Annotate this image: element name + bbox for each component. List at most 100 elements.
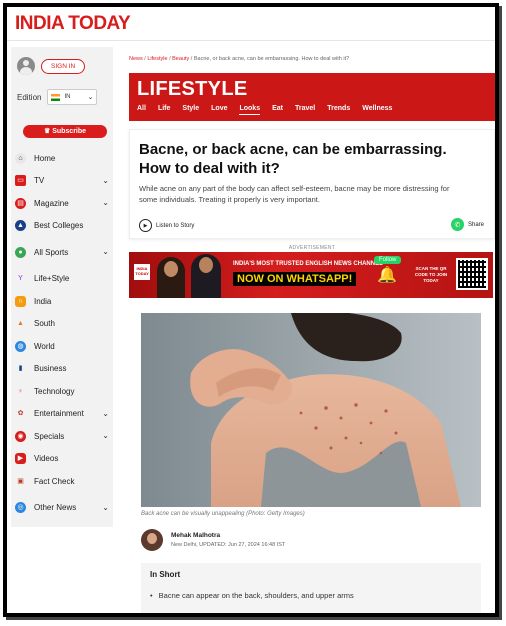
breadcrumb-sep: / [144, 56, 146, 62]
tab-travel[interactable]: Travel [295, 105, 315, 115]
chevron-down-icon: ⌄ [87, 94, 94, 101]
chevron-down-icon[interactable]: ⌄ [102, 247, 109, 256]
hero-photo-illustration [141, 313, 481, 507]
ad-follow-button[interactable]: Follow [374, 256, 402, 264]
listen-label: Listen to Story [156, 222, 195, 229]
sidebar-item-label: Fact Check [34, 476, 75, 486]
tab-eat[interactable]: Eat [272, 105, 283, 115]
browser-frame: INDIA TODAY SIGN IN Edition IN ⌄ ♛ Subsc… [3, 3, 499, 617]
ad-channel-logo: INDIA TODAY [134, 264, 150, 280]
sidebar-item-entertainment[interactable]: ✿ Entertainment ⌄ [11, 403, 113, 426]
article-dek: While acne on any part of the body can a… [139, 184, 450, 204]
sidebar-item-label: Magazine [34, 198, 69, 208]
article-hero-image [141, 313, 481, 507]
india-icon: ∩ [15, 295, 26, 307]
in-short-title: In Short [150, 570, 181, 579]
edition-row: Edition IN ⌄ [17, 89, 98, 105]
breadcrumb-current: Bacne, or back acne, can be embarrassing… [193, 56, 350, 62]
sidebar-item-videos[interactable]: ▶ Videos [11, 448, 113, 471]
site-header: INDIA TODAY [7, 7, 495, 41]
user-avatar-icon[interactable] [17, 57, 35, 75]
sidebar-item-specials[interactable]: ◉ Specials ⌄ [11, 425, 113, 448]
subscribe-label: Subscribe [52, 128, 87, 135]
sign-in-button[interactable]: SIGN IN [41, 58, 86, 74]
breadcrumb: News / Lifestyle / Beauty / Bacne, or ba… [129, 56, 349, 62]
image-caption: Back acne can be visually unappealing (P… [141, 511, 305, 517]
sidebar-item-label: Entertainment [34, 409, 84, 419]
tab-love[interactable]: Love [211, 105, 227, 115]
sidebar-item-south[interactable]: ▲ South [11, 313, 113, 336]
author-details: Mehak Malhotra New Delhi, UPDATED: Jun 2… [171, 532, 285, 548]
ad-anchor-image [157, 257, 185, 298]
whatsapp-icon: ✆ [450, 218, 464, 231]
author-name[interactable]: Mehak Malhotra [171, 532, 285, 539]
specials-icon: ◉ [15, 430, 26, 442]
bulb-icon: ♀ [15, 385, 26, 397]
sidebar-item-label: World [34, 341, 55, 351]
ad-anchor-face [164, 261, 178, 277]
fact-check-icon: ▣ [15, 475, 26, 487]
listen-to-story-button[interactable]: ▶ Listen to Story [139, 219, 194, 232]
breadcrumb-sep: / [190, 56, 193, 62]
sidebar-item-fact-check[interactable]: ▣ Fact Check [11, 470, 113, 493]
breadcrumb-news[interactable]: News [129, 56, 143, 62]
sidebar-nav: ⌂ Home ▭ TV ⌄ ▤ Magazine ⌄ ▲ Best Colleges ● Al… [11, 147, 113, 519]
breadcrumb-beauty[interactable]: Beauty [172, 56, 189, 62]
section-title[interactable]: LIFESTYLE [137, 78, 247, 101]
sidebar-item-technology[interactable]: ♀ Technology [11, 380, 113, 403]
site-logo[interactable]: INDIA TODAY [15, 13, 131, 35]
breadcrumb-lifestyle[interactable]: Lifestyle [147, 56, 167, 62]
bell-icon: 🔔 [377, 267, 397, 284]
sidebar-item-magazine[interactable]: ▤ Magazine ⌄ [11, 192, 113, 215]
sidebar-item-label: Best Colleges [34, 221, 84, 231]
tab-life[interactable]: Life [158, 105, 170, 115]
sidebar-item-label: Specials [34, 431, 65, 441]
tab-all[interactable]: All [137, 105, 146, 115]
whatsapp-ad-banner[interactable]: INDIA TODAY INDIA'S MOST TRUSTED ENGLISH… [129, 252, 493, 298]
sidebar-item-label: Other News [34, 503, 77, 513]
sidebar-item-label: Technology [34, 386, 75, 396]
sidebar-item-label: Home [34, 153, 56, 163]
home-icon: ⌂ [15, 152, 26, 164]
sidebar-item-india[interactable]: ∩ India [11, 290, 113, 313]
sidebar-item-label: India [34, 296, 52, 306]
chevron-down-icon[interactable]: ⌄ [102, 176, 109, 185]
subscribe-button[interactable]: ♛ Subscribe [23, 125, 107, 138]
sidebar-item-best-colleges[interactable]: ▲ Best Colleges [11, 215, 113, 238]
globe-icon: ◍ [15, 340, 26, 352]
breadcrumb-sep: / [169, 56, 171, 62]
share-label: Share [467, 221, 484, 228]
tab-trends[interactable]: Trends [327, 105, 350, 115]
ad-label: ADVERTISEMENT [288, 245, 336, 251]
chevron-down-icon[interactable]: ⌄ [102, 503, 109, 512]
sidebar: SIGN IN Edition IN ⌄ ♛ Subscribe ⌂ Home ▭… [11, 47, 113, 527]
sidebar-item-other-news[interactable]: ◎ Other News ⌄ [11, 497, 113, 520]
sidebar-item-business[interactable]: ▮ Business [11, 358, 113, 381]
sidebar-item-all-sports[interactable]: ● All Sports ⌄ [11, 241, 113, 264]
sidebar-item-home[interactable]: ⌂ Home [11, 147, 113, 170]
author-avatar[interactable] [141, 529, 163, 551]
tab-looks[interactable]: Looks [239, 105, 261, 115]
chevron-down-icon[interactable]: ⌄ [102, 198, 109, 207]
sidebar-item-label: TV [34, 176, 45, 186]
article-headline: Bacne, or back acne, can be embarrassing… [139, 141, 447, 177]
sidebar-item-tv[interactable]: ▭ TV ⌄ [11, 170, 113, 193]
chevron-down-icon[interactable]: ⌄ [102, 409, 109, 418]
video-icon: ▶ [15, 453, 26, 465]
article-header-card: Bacne, or back acne, can be embarrassing… [129, 129, 495, 239]
ad-anchor-face [199, 257, 213, 273]
in-short-box: In Short Bacne can appear on the back, s… [141, 563, 481, 613]
sidebar-item-label: Life+Style [34, 274, 70, 284]
author-meta: New Delhi, UPDATED: Jun 27, 2024 16:48 I… [171, 542, 286, 548]
sidebar-item-label: Videos [34, 454, 59, 464]
sidebar-item-label: South [34, 319, 55, 329]
ad-line1: INDIA'S MOST TRUSTED ENGLISH NEWS CHANNE… [233, 261, 383, 267]
tab-style[interactable]: Style [182, 105, 199, 115]
share-button[interactable]: ✆ Share [450, 218, 484, 231]
sidebar-item-life-style[interactable]: Y Life+Style [11, 268, 113, 291]
chevron-down-icon[interactable]: ⌄ [102, 431, 109, 440]
edition-select[interactable]: IN ⌄ [47, 89, 98, 105]
chart-icon: ▮ [15, 363, 26, 375]
tab-wellness[interactable]: Wellness [362, 105, 392, 115]
sidebar-item-world[interactable]: ◍ World [11, 335, 113, 358]
